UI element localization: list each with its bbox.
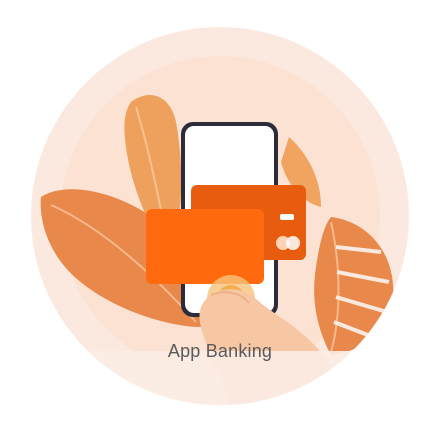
tile-label: App Banking [167, 341, 273, 361]
app-banking-tile[interactable]: App Banking [0, 0, 440, 431]
